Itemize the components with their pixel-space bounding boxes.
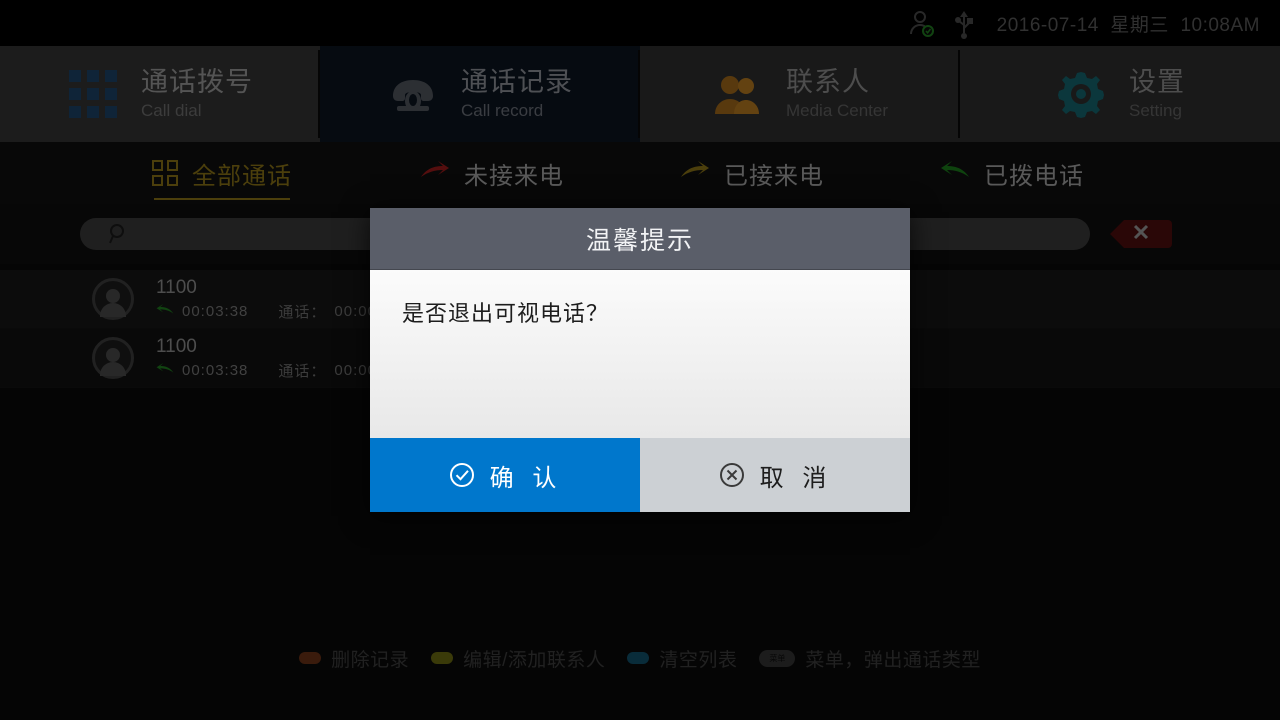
exit-confirm-dialog: 温馨提示 是否退出可视电话？ 确 认 取 消 [370,208,910,512]
x-circle-icon [718,461,746,489]
cancel-button[interactable]: 取 消 [640,438,910,512]
dialog-body: 是否退出可视电话？ [370,270,910,438]
cancel-label: 取 消 [759,464,833,492]
confirm-button[interactable]: 确 认 [370,438,640,512]
dialog-title-bar: 温馨提示 [370,208,910,270]
confirm-label: 确 认 [489,464,563,492]
app-root: 2016-07-14 星期三 10:08AM 通话拨号 Call dial 通话… [0,0,1280,720]
dialog-message: 是否退出可视电话？ [402,301,610,326]
check-circle-icon [448,461,476,489]
dialog-title: 温馨提示 [585,226,694,255]
dialog-actions: 确 认 取 消 [370,438,910,512]
